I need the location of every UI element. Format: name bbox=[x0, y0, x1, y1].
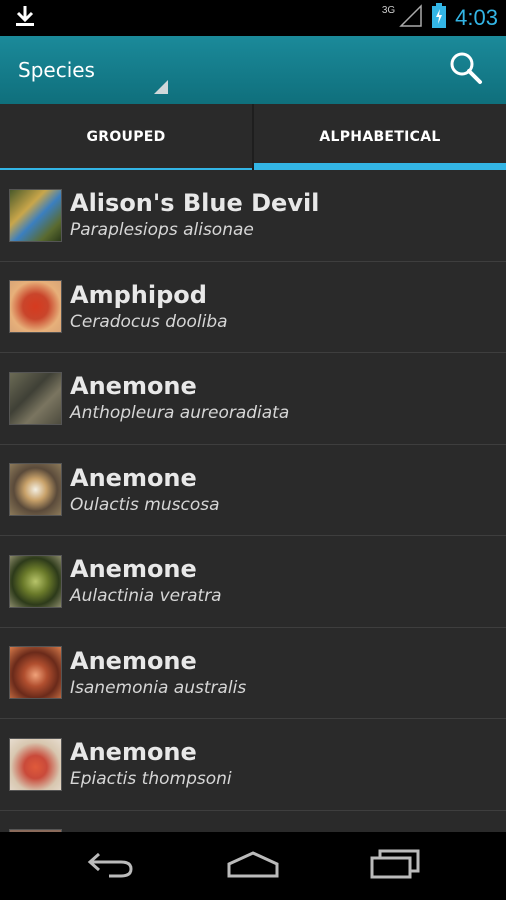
scientific-name: Isanemonia australis bbox=[70, 677, 247, 698]
tab-alphabetical-label: ALPHABETICAL bbox=[319, 129, 441, 145]
species-list[interactable]: Alison's Blue Devil Paraplesiops alisona… bbox=[0, 170, 506, 832]
list-item[interactable]: Anemone Anthopleura aureoradiata bbox=[0, 353, 506, 445]
search-icon bbox=[449, 51, 483, 89]
battery-icon bbox=[431, 3, 447, 33]
common-name: Anemone bbox=[70, 555, 197, 584]
scientific-name: Ceradocus dooliba bbox=[70, 311, 228, 332]
spinner-label: Species bbox=[18, 58, 95, 82]
action-bar: Species bbox=[0, 36, 506, 104]
recent-apps-button[interactable] bbox=[355, 841, 435, 891]
signal-icon bbox=[399, 4, 423, 32]
species-spinner[interactable]: Species bbox=[18, 36, 168, 104]
common-name: Alison's Blue Devil bbox=[70, 189, 320, 218]
navigation-bar bbox=[0, 832, 506, 900]
list-item[interactable]: Amphipod Ceradocus dooliba bbox=[0, 262, 506, 353]
common-name: Anemone bbox=[70, 463, 197, 492]
species-thumbnail bbox=[9, 646, 62, 700]
download-icon bbox=[14, 4, 36, 32]
scientific-name: Paraplesiops alisonae bbox=[70, 220, 254, 241]
scientific-name: Aulactinia veratra bbox=[70, 586, 222, 607]
species-thumbnail bbox=[9, 280, 62, 334]
network-type-label: 3G bbox=[381, 4, 396, 16]
back-icon bbox=[87, 850, 135, 882]
species-thumbnail bbox=[9, 371, 62, 425]
species-thumbnail bbox=[9, 188, 62, 242]
common-name: Anemone bbox=[70, 646, 197, 675]
back-button[interactable] bbox=[71, 841, 151, 891]
scientific-name: Oulactis muscosa bbox=[70, 494, 220, 515]
species-thumbnail bbox=[9, 554, 62, 608]
scientific-name: Epiactis thompsoni bbox=[70, 769, 232, 790]
home-icon bbox=[226, 850, 280, 882]
list-item[interactable]: Alison's Blue Devil Paraplesiops alisona… bbox=[0, 170, 506, 262]
tab-grouped-label: GROUPED bbox=[86, 129, 166, 145]
list-item-partial[interactable] bbox=[0, 811, 506, 832]
list-item[interactable]: Anemone Oulactis muscosa bbox=[0, 445, 506, 536]
tab-alphabetical[interactable]: ALPHABETICAL bbox=[254, 104, 506, 170]
scientific-name: Anthopleura aureoradiata bbox=[70, 403, 290, 424]
species-thumbnail bbox=[9, 463, 62, 517]
species-thumbnail bbox=[9, 737, 62, 791]
tab-bar: GROUPED ALPHABETICAL bbox=[0, 104, 506, 170]
common-name: Amphipod bbox=[70, 280, 207, 309]
list-item[interactable]: Anemone Epiactis thompsoni bbox=[0, 719, 506, 811]
status-bar: 3G 4:03 bbox=[0, 0, 506, 36]
search-button[interactable] bbox=[444, 48, 488, 92]
recent-apps-icon bbox=[370, 849, 420, 883]
tab-grouped[interactable]: GROUPED bbox=[0, 104, 254, 170]
list-item[interactable]: Anemone Aulactinia veratra bbox=[0, 536, 506, 628]
common-name: Anemone bbox=[70, 372, 197, 401]
spinner-dropdown-icon bbox=[154, 80, 168, 94]
status-time: 4:03 bbox=[455, 5, 498, 30]
list-item[interactable]: Anemone Isanemonia australis bbox=[0, 628, 506, 719]
home-button[interactable] bbox=[213, 841, 293, 891]
common-name: Anemone bbox=[70, 738, 197, 767]
